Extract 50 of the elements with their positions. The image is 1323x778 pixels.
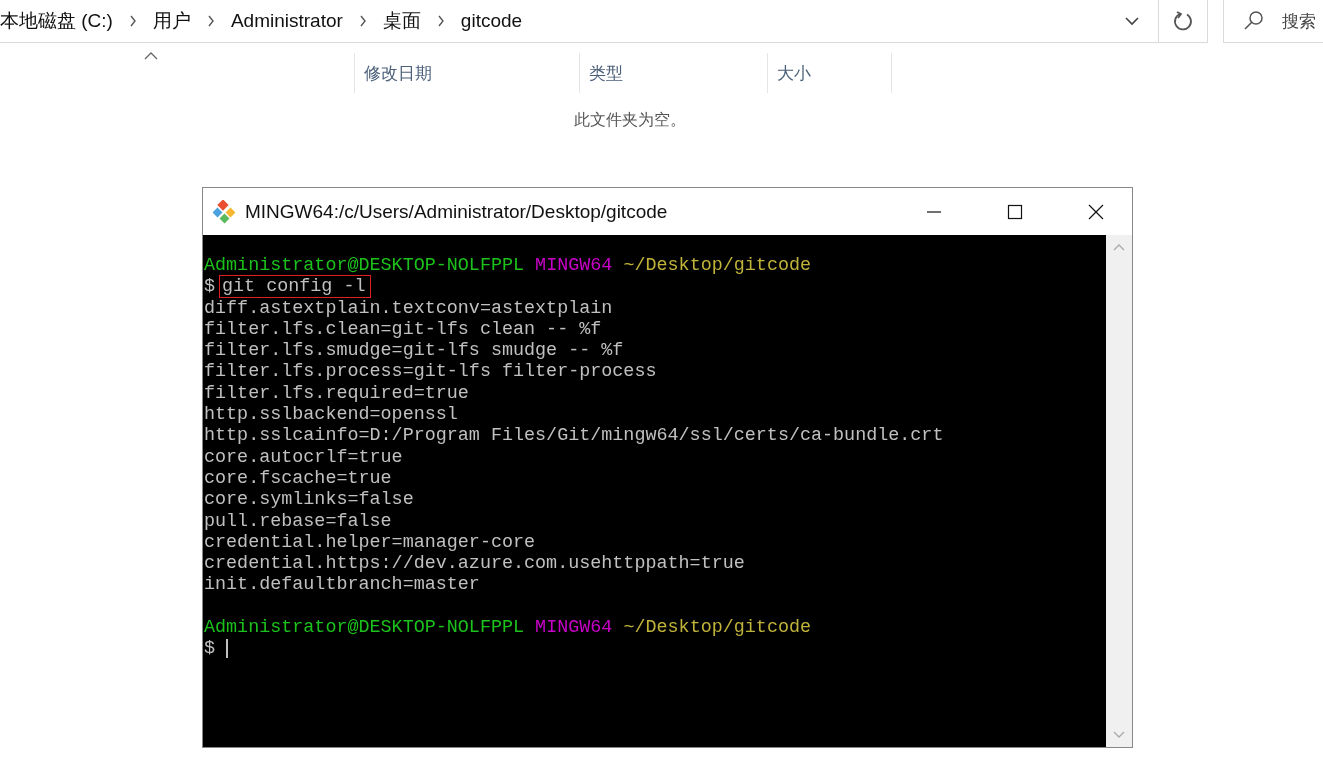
output-line: http.sslcainfo=D:/Program Files/Git/mingw64/ssl/certs/ca-bundle.crt <box>204 425 944 447</box>
minimize-icon <box>925 210 942 213</box>
prompt-user: Administrator@DESKTOP-NOLFPPL <box>204 255 525 276</box>
output-line: credential.https://dev.azure.com.usehttppath=true <box>204 553 745 575</box>
app-logo-icon <box>213 199 237 224</box>
close-icon <box>1087 203 1104 220</box>
refresh-button[interactable] <box>1158 0 1208 43</box>
chevron-icon <box>436 15 445 27</box>
prompt-path: ~/Desktop/gitcode <box>623 255 812 276</box>
prompt-path: ~/Desktop/gitcode <box>623 617 812 639</box>
breadcrumb-item[interactable]: 用户 <box>152 8 191 34</box>
chevron-icon <box>358 15 367 27</box>
prompt-user: Administrator@DESKTOP-NOLFPPL <box>204 617 525 639</box>
refresh-icon <box>1172 10 1194 32</box>
chevron-icon <box>206 15 215 27</box>
prompt-system: MINGW64 <box>535 617 613 639</box>
column-header[interactable]: 修改日期 <box>364 61 432 85</box>
window-title: MINGW64:/c/Users/Administrator/Desktop/gitcode <box>245 200 668 223</box>
empty-folder-message: 此文件夹为空。 <box>574 111 686 128</box>
prompt-symbol: $ <box>204 276 216 298</box>
output-line: diff.astextplain.textconv=astextplain <box>204 297 613 319</box>
address-bar[interactable]: 本地磁盘 (C:) 用户 Administrator 桌面 gitcode <box>0 0 1158 43</box>
output-line: filter.lfs.clean=git-lfs clean -- %f <box>204 318 602 340</box>
breadcrumb-item[interactable]: Administrator <box>230 10 343 32</box>
prompt-symbol: $ <box>204 638 216 660</box>
prompt-system: MINGW64 <box>535 255 613 276</box>
output-line: filter.lfs.required=true <box>204 382 469 404</box>
maximize-icon <box>1006 203 1023 220</box>
output-line: pull.rebase=false <box>204 510 392 532</box>
output-line: http.sslbackend=openssl <box>204 404 458 426</box>
search-field[interactable]: 搜索 <box>1223 0 1323 43</box>
command-text: git config -l <box>220 276 370 298</box>
column-header[interactable]: 大小 <box>777 61 811 85</box>
output-line: filter.lfs.process=git-lfs filter-process <box>204 361 657 383</box>
scroll-up-icon[interactable] <box>1113 243 1125 251</box>
output-line: core.symlinks=false <box>204 489 414 511</box>
output-line: core.autocrlf=true <box>204 446 403 468</box>
breadcrumb-item[interactable]: gitcode <box>460 10 523 32</box>
column-header[interactable]: 类型 <box>589 61 623 85</box>
scrollbar[interactable] <box>1106 235 1132 747</box>
chevron-icon <box>128 15 137 27</box>
scroll-down-icon[interactable] <box>1113 731 1125 739</box>
output-line: core.fscache=true <box>204 467 392 489</box>
dropdown-icon[interactable] <box>1124 16 1140 26</box>
breadcrumb-item[interactable]: 本地磁盘 (C:) <box>0 8 113 34</box>
search-icon <box>1242 10 1264 32</box>
output-line: filter.lfs.smudge=git-lfs smudge -- %f <box>204 340 624 362</box>
output-line: credential.helper=manager-core <box>204 531 536 553</box>
output-line: init.defaultbranch=master <box>204 574 480 596</box>
breadcrumb-item[interactable]: 桌面 <box>382 8 421 34</box>
